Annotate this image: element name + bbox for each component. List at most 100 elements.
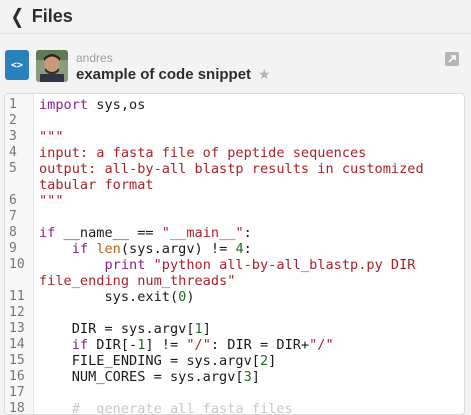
code-token: ] !=: [145, 337, 187, 353]
chevron-left-icon: ❮: [10, 5, 25, 28]
line-source: [39, 209, 464, 225]
line-source: NUM_CORES = sys.argv[3]: [39, 369, 464, 385]
code-line: 17: [5, 385, 464, 401]
code-token: 2: [259, 353, 269, 369]
code-line: 10 print "python all-by-all_blastp.py DI…: [5, 257, 464, 273]
line-number: 4: [9, 145, 17, 160]
code-line: 13 DIR = sys.argv[1]: [5, 321, 464, 337]
file-title-row: example of code snippet ★: [76, 66, 271, 83]
code-token: ): [186, 289, 195, 305]
code-line: 3 """: [5, 129, 464, 145]
line-source: if len(sys.argv) != 4:: [39, 241, 464, 257]
line-number: [5, 273, 33, 289]
code-line: 18 # generate all fasta files: [5, 401, 464, 415]
code-token: DIR[-: [88, 337, 138, 353]
code-line: file_ending num_threads": [5, 273, 464, 289]
line-number: 17: [9, 385, 25, 400]
code-line: 11 sys.exit(0): [5, 289, 464, 305]
line-number: 5: [9, 161, 17, 176]
code-line: 5 output: all-by-all blastp results in cu…: [5, 161, 464, 177]
code-line: 7: [5, 209, 464, 225]
header-divider: [0, 33, 471, 34]
line-source: sys.exit(0): [39, 289, 464, 305]
code-token: """: [39, 129, 64, 145]
code-token: 1: [194, 321, 203, 337]
line-number: [5, 177, 33, 193]
code-line: 2: [5, 113, 464, 129]
line-number: 8: [9, 225, 17, 240]
line-number: 1: [9, 97, 17, 112]
line-source: if DIR[-1] != "/": DIR = DIR+"/": [39, 337, 464, 353]
line-number: 13: [9, 321, 25, 336]
star-icon[interactable]: ★: [258, 66, 271, 83]
code-token: file_ending num_threads": [39, 273, 236, 289]
code-token: :: [243, 241, 252, 257]
line-source: input: a fasta file of peptide sequences: [39, 145, 464, 161]
code-token: 3: [243, 369, 252, 385]
line-number: 9: [9, 241, 17, 256]
line-source: [39, 305, 464, 321]
code-token: ]: [202, 321, 211, 337]
code-token: __name__ ==: [55, 225, 162, 241]
code-token: sys,os: [88, 97, 146, 113]
code-token: "python all-by-all_blastp.py DIR: [153, 257, 416, 273]
code-token: "__main__": [161, 225, 244, 241]
code-token: output: all-by-all blastp results in cus…: [39, 161, 424, 177]
line-number: 2: [9, 113, 17, 128]
file-header: <> andres example of code snippet ★: [0, 46, 471, 86]
line-source: if __name__ == "__main__":: [39, 225, 464, 241]
code-line: 6 """: [5, 193, 464, 209]
file-title: example of code snippet: [76, 66, 252, 83]
line-source: [39, 113, 464, 129]
code-token: if: [71, 337, 89, 353]
line-source: tabular format: [39, 177, 464, 193]
line-number: 11: [9, 289, 25, 304]
code-line: 14 if DIR[-1] != "/": DIR = DIR+"/": [5, 337, 464, 353]
code-snippet-icon: <>: [5, 50, 29, 80]
code-token: # generate all fasta files: [39, 401, 293, 415]
code-token: (sys.argv) !=: [120, 241, 236, 257]
line-source: print "python all-by-all_blastp.py DIR: [39, 257, 464, 273]
back-to-files-link[interactable]: ❮ Files: [9, 6, 73, 27]
line-number: 6: [9, 193, 17, 208]
code-line: 16 NUM_CORES = sys.argv[3]: [5, 369, 464, 385]
code-token: DIR = sys.argv[: [39, 321, 195, 337]
code-token: : DIR = DIR+: [210, 337, 310, 353]
code-token: input: a fasta file of peptide sequences: [39, 145, 367, 161]
code-token: len: [96, 241, 121, 257]
code-token: import: [39, 97, 89, 113]
code-token: ]: [251, 369, 260, 385]
code-line: 15 FILE_ENDING = sys.argv[2]: [5, 353, 464, 369]
code-viewer[interactable]: 1 import sys,os 2 3 """ 4 input: a fasta file…: [4, 93, 465, 415]
top-bar: ❮ Files: [0, 0, 471, 33]
code-lines: 1 import sys,os 2 3 """ 4 input: a fasta file…: [5, 97, 464, 415]
line-number: 3: [9, 129, 17, 144]
line-source: file_ending num_threads": [39, 273, 464, 289]
code-token: 4: [235, 241, 244, 257]
line-source: [39, 385, 464, 401]
code-token: "/": [186, 337, 211, 353]
code-token: :: [243, 225, 252, 241]
expand-icon[interactable]: [445, 52, 459, 66]
line-source: FILE_ENDING = sys.argv[2]: [39, 353, 464, 369]
code-token: print: [104, 257, 146, 273]
code-token: FILE_ENDING = sys.argv[: [39, 353, 260, 369]
code-line: 1 import sys,os: [5, 97, 464, 113]
line-source: """: [39, 129, 464, 145]
line-number: 16: [9, 369, 25, 384]
author-name[interactable]: andres: [76, 51, 113, 65]
avatar[interactable]: [36, 50, 68, 82]
code-line: tabular format: [5, 177, 464, 193]
code-line: 8 if __name__ == "__main__":: [5, 225, 464, 241]
line-source: import sys,os: [39, 97, 464, 113]
code-token: sys.exit(: [39, 289, 179, 305]
line-source: # generate all fasta files: [39, 401, 464, 415]
code-token: "/": [309, 337, 334, 353]
line-source: """: [39, 193, 464, 209]
code-line: 12: [5, 305, 464, 321]
code-line: 9 if len(sys.argv) != 4:: [5, 241, 464, 257]
